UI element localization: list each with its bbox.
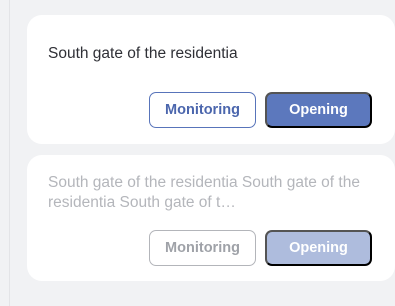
gate-name: South gate of the residentia South gate … — [48, 174, 360, 211]
opening-button[interactable]: Opening — [265, 230, 372, 266]
monitoring-button[interactable]: Monitoring — [149, 92, 256, 128]
gate-card: South gate of the residentia Monitoring … — [27, 15, 395, 144]
gate-name: South gate of the residentia — [48, 45, 238, 62]
opening-button[interactable]: Opening — [265, 92, 372, 128]
monitoring-button[interactable]: Monitoring — [149, 230, 256, 266]
gate-card-disabled: South gate of the residentia South gate … — [27, 155, 395, 281]
panel-divider — [9, 0, 10, 306]
screen: { "cards": [ { "text": "South gate of th… — [0, 0, 395, 306]
